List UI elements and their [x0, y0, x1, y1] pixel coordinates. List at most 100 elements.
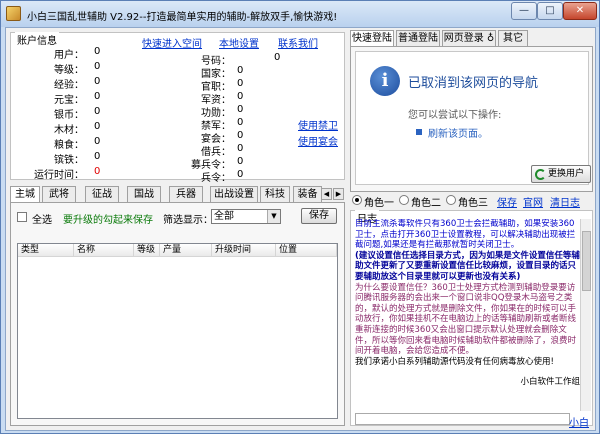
country-value: 0 — [237, 65, 244, 76]
tab-scroll-right-icon[interactable]: ▶ — [333, 188, 344, 200]
tab-normal-login[interactable]: 普通登陆 — [396, 30, 440, 46]
chevron-down-icon: ▼ — [267, 210, 280, 223]
runtime-value: 0 — [94, 166, 101, 177]
iron-value: 0 — [94, 151, 101, 162]
log-input-field[interactable] — [355, 413, 570, 425]
yuanbao-label: 元宝： — [54, 95, 84, 106]
tab-web-login[interactable]: 网页登录 ♁ — [442, 30, 496, 46]
tab-equipment[interactable]: 装备 — [293, 186, 322, 202]
bullet-icon — [416, 129, 422, 135]
main-tab-bar: 主城 武将 征战 国战 兵器 出战设置 科技 装备 ◀ ▶ — [10, 186, 345, 203]
log-line: 我们承诺小白系列辅助源代码没有任何病毒放心使用! — [355, 356, 554, 367]
tab-scroll-left-icon[interactable]: ◀ — [321, 188, 332, 200]
refresh-page-link[interactable]: 刷新该页面。 — [428, 125, 488, 140]
official-site-link[interactable]: 官网 — [523, 194, 543, 209]
scrollbar-thumb[interactable] — [582, 231, 591, 291]
guard-value: 0 — [237, 117, 244, 128]
role-save-link[interactable]: 保存 — [497, 194, 517, 209]
quick-login-panel: i 已取消到该网页的导航 您可以尝试以下操作: 刷新该页面。 更换用户 — [350, 46, 593, 192]
column-header-name[interactable]: 名称 — [74, 244, 134, 257]
save-button[interactable]: 保存 — [301, 208, 337, 224]
filter-dropdown[interactable]: 全部 ▼ — [211, 209, 281, 224]
borrow-troops-value: 0 — [237, 143, 244, 154]
client-area: 账户信息 快速进入空间 本地设置 联系我们 用户： 0 等级： 0 经验： 0 … — [5, 27, 596, 431]
role-one-label: 角色一 — [364, 198, 394, 209]
user-label: 用户： — [54, 50, 84, 61]
switch-user-label: 更换用户 — [548, 169, 585, 179]
select-all-checkbox[interactable] — [17, 212, 27, 222]
tab-generals[interactable]: 武将 — [42, 186, 76, 202]
main-city-panel: 全选 要升级的勾起来保存 筛选显示： 全部 ▼ 保存 类型 名称 等级 产量 升… — [10, 202, 345, 426]
role-three-radio[interactable] — [446, 195, 456, 205]
table-header: 类型 名称 等级 产量 升级时间 位置 — [18, 244, 337, 257]
silver-value: 0 — [94, 106, 101, 117]
log-line: (建议设置信任选择目录方式，因为如果是文件设置信任等辅助文件更新了又要重新设置信… — [355, 250, 580, 282]
column-header-output[interactable]: 产量 — [160, 244, 212, 257]
use-guard-link[interactable]: 使用禁卫 — [298, 117, 338, 132]
log-panel: 日志 目前主流杀毒软件只有360卫士会拦截辅助，如果安装360卫士，点击打开36… — [350, 210, 593, 429]
buildings-table[interactable]: 类型 名称 等级 产量 升级时间 位置 — [17, 243, 338, 419]
column-header-upgrade-time[interactable]: 升级时间 — [212, 244, 276, 257]
number-value: 0 — [274, 52, 281, 63]
role-one-radio[interactable] — [352, 195, 362, 205]
tab-quick-login[interactable]: 快速登陆 — [350, 30, 394, 47]
level-value: 0 — [94, 61, 101, 72]
column-header-level[interactable]: 等级 — [134, 244, 160, 257]
wood-value: 0 — [94, 121, 101, 132]
role-three-label: 角色三 — [458, 198, 488, 209]
tab-weapons[interactable]: 兵器 — [169, 186, 203, 202]
account-info-panel: 账户信息 快速进入空间 本地设置 联系我们 用户： 0 等级： 0 经验： 0 … — [10, 32, 345, 184]
title-bar: 小白三国乱世辅助 V2.92--打造最简单实用的辅助-解放双手,愉快游戏! — … — [1, 1, 599, 27]
role-two-radio[interactable] — [399, 195, 409, 205]
log-line: 目前主流杀毒软件只有360卫士会拦截辅助，如果安装360卫士，点击打开360卫士… — [355, 219, 576, 251]
experience-value: 0 — [94, 76, 101, 87]
runtime-label: 运行时间： — [34, 170, 84, 181]
embedded-browser[interactable]: i 已取消到该网页的导航 您可以尝试以下操作: 刷新该页面。 更换用户 — [355, 51, 591, 185]
grain-value: 0 — [94, 136, 101, 147]
info-icon: i — [370, 66, 400, 96]
quick-enter-space-link[interactable]: 快速进入空间 — [142, 35, 202, 50]
log-line: 为什么要设置信任？360卫士处理方式检测到辅助登录要访问腾讯服务器的会出来一个窗… — [355, 282, 577, 357]
yuanbao-value: 0 — [94, 91, 101, 102]
tab-technology[interactable]: 科技 — [260, 186, 290, 202]
merit-value: 0 — [237, 104, 244, 115]
tab-main-city[interactable]: 主城 — [10, 186, 40, 203]
app-window: 小白三国乱世辅助 V2.92--打造最简单实用的辅助-解放双手,愉快游戏! — … — [0, 0, 600, 434]
column-header-position[interactable]: 位置 — [276, 244, 337, 257]
login-tab-bar: 快速登陆 普通登陆 网页登录 ♁ 其它 — [350, 30, 593, 47]
level-label: 等级： — [54, 65, 84, 76]
grain-label: 粮食： — [54, 140, 84, 151]
tab-battle-settings[interactable]: 出战设置 — [210, 186, 258, 202]
upgrade-hint: 要升级的勾起来保存 — [63, 215, 153, 226]
log-text-area[interactable]: 目前主流杀毒软件只有360卫士会拦截辅助，如果安装360卫士，点击打开360卫士… — [355, 219, 580, 409]
rank-value: 0 — [237, 78, 244, 89]
tab-campaign[interactable]: 征战 — [85, 186, 119, 202]
silver-label: 银币： — [54, 110, 84, 121]
filter-label: 筛选显示： — [163, 215, 213, 226]
experience-label: 经验： — [54, 80, 84, 91]
log-signature: 小白软件工作组 — [520, 377, 580, 388]
minimize-button[interactable]: — — [511, 2, 537, 20]
troop-order-label: 兵令： — [201, 173, 231, 184]
app-logo-icon — [6, 6, 21, 21]
switch-user-button[interactable]: 更换用户 — [531, 165, 591, 183]
column-header-type[interactable]: 类型 — [18, 244, 74, 257]
use-banquet-link[interactable]: 使用宴会 — [298, 133, 338, 148]
tab-other[interactable]: 其它 — [498, 30, 528, 46]
close-button[interactable]: ✕ — [563, 2, 597, 20]
troop-order-value: 0 — [237, 169, 244, 180]
iron-label: 镔铁： — [54, 155, 84, 166]
user-value: 0 — [94, 46, 101, 57]
log-scrollbar[interactable] — [580, 219, 591, 411]
contact-us-link[interactable]: 联系我们 — [278, 35, 318, 50]
account-info-legend: 账户信息 — [15, 32, 59, 47]
filter-dropdown-value: 全部 — [214, 211, 234, 222]
maximize-button[interactable]: □ — [537, 2, 563, 20]
local-settings-link[interactable]: 本地设置 — [219, 35, 259, 50]
banquet-value: 0 — [237, 130, 244, 141]
clear-log-link[interactable]: 清日志 — [550, 194, 580, 209]
recruit-order-value: 0 — [237, 156, 244, 167]
xiaobai-link[interactable]: 小白 — [569, 414, 589, 429]
refresh-icon — [535, 169, 546, 180]
tab-national-war[interactable]: 国战 — [127, 186, 161, 202]
